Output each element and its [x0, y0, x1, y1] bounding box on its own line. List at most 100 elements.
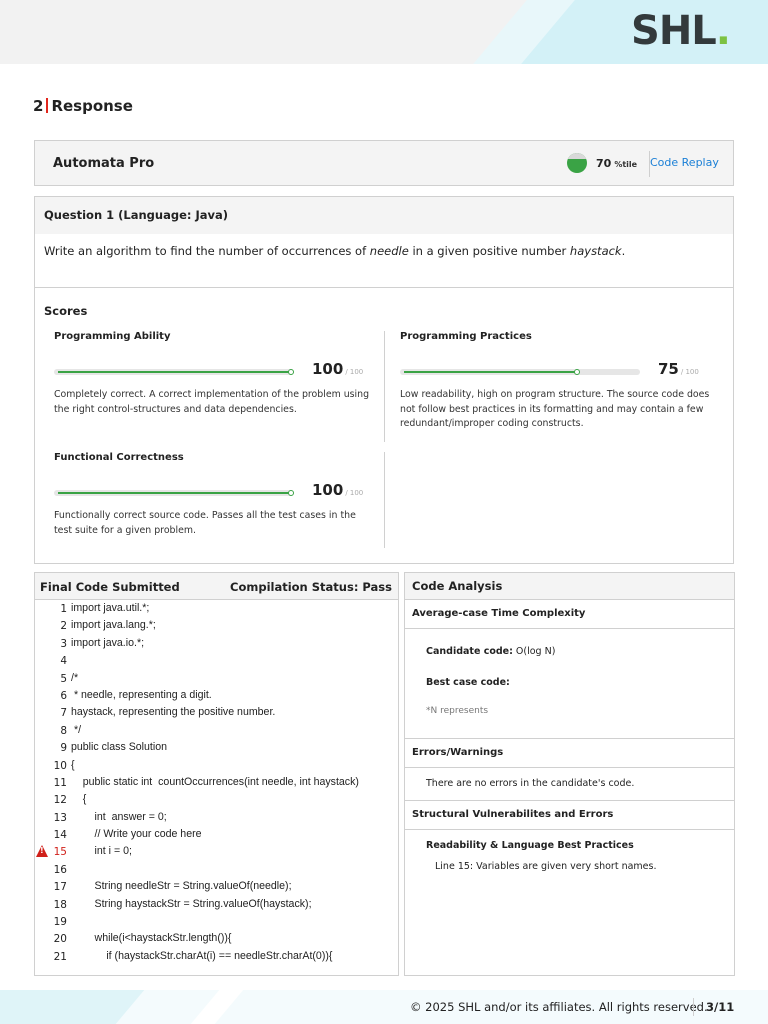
product-header: Automata Pro 70 %tile Code Replay — [34, 140, 734, 186]
code-line: 7 haystack, representing the positive num… — [35, 704, 398, 721]
score-description: Functionally correct source code. Passes… — [54, 510, 356, 536]
product-name: Automata Pro — [53, 156, 155, 171]
score-value: 75/ 100 — [658, 360, 699, 378]
code-analysis-title: Code Analysis — [412, 579, 503, 593]
percentile-number: 70 — [596, 157, 612, 170]
line-number: 17 — [53, 881, 67, 894]
code-line: 17 String needleStr = String.valueOf(nee… — [35, 878, 398, 895]
score-number: 100 — [312, 360, 344, 378]
score-track — [400, 369, 640, 375]
line-number: 18 — [53, 898, 67, 911]
code-text: */ — [71, 723, 82, 736]
line-number: 15 — [53, 846, 67, 859]
code-text: if (haystackStr.charAt(i) == needleStr.c… — [71, 949, 333, 962]
errors-title: Errors/Warnings — [412, 747, 504, 758]
code-line: 5 /* — [35, 670, 398, 687]
line-number: 7 — [60, 707, 67, 720]
line-number: 20 — [53, 933, 67, 946]
code-text: import java.io.*; — [71, 636, 145, 649]
section-title: Response — [51, 97, 133, 115]
code-listing: 1 import java.util.*; 2 import java.lang.*;… — [35, 600, 398, 965]
code-line: 11 public static int countOccurrences(in… — [35, 774, 398, 791]
code-line: 19 — [35, 913, 398, 930]
code-line: 14 // Write your code here — [35, 826, 398, 843]
code-analysis-header: Code Analysis — [405, 573, 734, 600]
score-max: / 100 — [345, 489, 364, 497]
percentile-unit: %tile — [614, 160, 638, 169]
line-number: 12 — [53, 794, 67, 807]
score-fill — [400, 369, 580, 375]
divider — [384, 452, 385, 548]
candidate-code-value: O(log N) — [512, 646, 556, 657]
line-number: 13 — [53, 811, 67, 824]
code-panel: Final Code Submitted Compilation Status:… — [34, 572, 399, 976]
code-line: 20 while(i<haystackStr.length()){ — [35, 930, 398, 947]
score-description: Low readability, high on program structu… — [400, 389, 710, 429]
divider — [384, 331, 385, 442]
structural-header: Structural Vulnerabilites and Errors — [405, 801, 734, 830]
question-needle-term: needle — [369, 244, 409, 258]
code-text: * needle, representing a digit. — [71, 688, 212, 701]
code-line: 10 { — [35, 757, 398, 774]
code-line: 9 public class Solution — [35, 739, 398, 756]
code-line: 18 String haystackStr = String.valueOf(h… — [35, 896, 398, 913]
code-text: // Write your code here — [71, 828, 202, 841]
score-programming-ability: Programming Ability 100/ 100 Completely … — [54, 331, 374, 415]
code-text: public static int countOccurrences(int n… — [71, 775, 359, 788]
line-number: 1 — [60, 603, 67, 615]
line-number: 11 — [53, 776, 67, 789]
line-number: 19 — [53, 916, 67, 929]
score-value: 100/ 100 — [312, 360, 363, 378]
code-line: 8 */ — [35, 722, 398, 739]
line-number: 9 — [60, 742, 67, 755]
line-number: 10 — [53, 759, 67, 772]
code-text: String haystackStr = String.valueOf(hays… — [71, 897, 312, 910]
code-analysis-panel: Code Analysis Average-case Time Complexi… — [404, 572, 735, 976]
question-heading: Question 1 (Language: Java) — [44, 208, 229, 222]
page-number: 3/11 — [706, 1000, 735, 1014]
shl-logo: SHL. — [631, 8, 731, 54]
code-panel-header: Final Code Submitted Compilation Status:… — [35, 573, 398, 600]
copyright: © 2025 SHL and/or its affiliates. All ri… — [410, 1000, 708, 1014]
code-line: 3 import java.io.*; — [35, 635, 398, 652]
code-text: while(i<haystackStr.length()){ — [71, 932, 232, 945]
score-name: Programming Practices — [400, 331, 532, 342]
score-programming-practices: Programming Practices 75/ 100 Low readab… — [400, 331, 720, 429]
score-number: 100 — [312, 481, 344, 499]
errors-header: Errors/Warnings — [405, 739, 734, 768]
percentile-gauge-icon — [567, 153, 587, 173]
question-text: Write an algorithm to find the number of… — [44, 244, 625, 258]
code-text: /* — [71, 671, 79, 684]
errors-text: There are no errors in the candidate's c… — [426, 778, 635, 789]
code-replay-link[interactable]: Code Replay — [650, 156, 719, 169]
code-text: import java.lang.*; — [71, 619, 156, 632]
logo-text: SHL — [631, 8, 717, 54]
compilation-status: Compilation Status: Pass — [230, 580, 392, 594]
scores-title: Scores — [44, 304, 88, 318]
score-max: / 100 — [680, 368, 699, 376]
code-text: int answer = 0; — [71, 810, 167, 823]
score-number: 75 — [658, 360, 679, 378]
line-number: 5 — [60, 672, 67, 685]
score-description: Completely correct. A correct implementa… — [54, 389, 370, 415]
code-text: { — [71, 758, 75, 771]
score-track — [54, 490, 294, 496]
score-name: Functional Correctness — [54, 452, 184, 463]
footer-divider — [693, 998, 694, 1016]
score-max: / 100 — [345, 368, 364, 376]
line-number: 2 — [60, 620, 67, 633]
readability-title: Readability & Language Best Practices — [426, 840, 634, 851]
question-text-part: Write an algorithm to find the number of… — [44, 244, 370, 258]
code-line: 4 — [35, 652, 398, 669]
time-complexity-header: Average-case Time Complexity — [405, 600, 734, 629]
footer-stripe — [0, 990, 145, 1024]
line-number: 8 — [60, 724, 67, 737]
question-haystack-term: haystack — [569, 244, 622, 258]
score-fill — [54, 369, 294, 375]
score-fill — [54, 490, 294, 496]
code-panel-title: Final Code Submitted — [40, 580, 180, 594]
footer-stripe — [190, 990, 244, 1024]
score-value: 100/ 100 — [312, 481, 363, 499]
divider — [35, 287, 733, 288]
code-line: 15 int i = 0; — [35, 843, 398, 860]
